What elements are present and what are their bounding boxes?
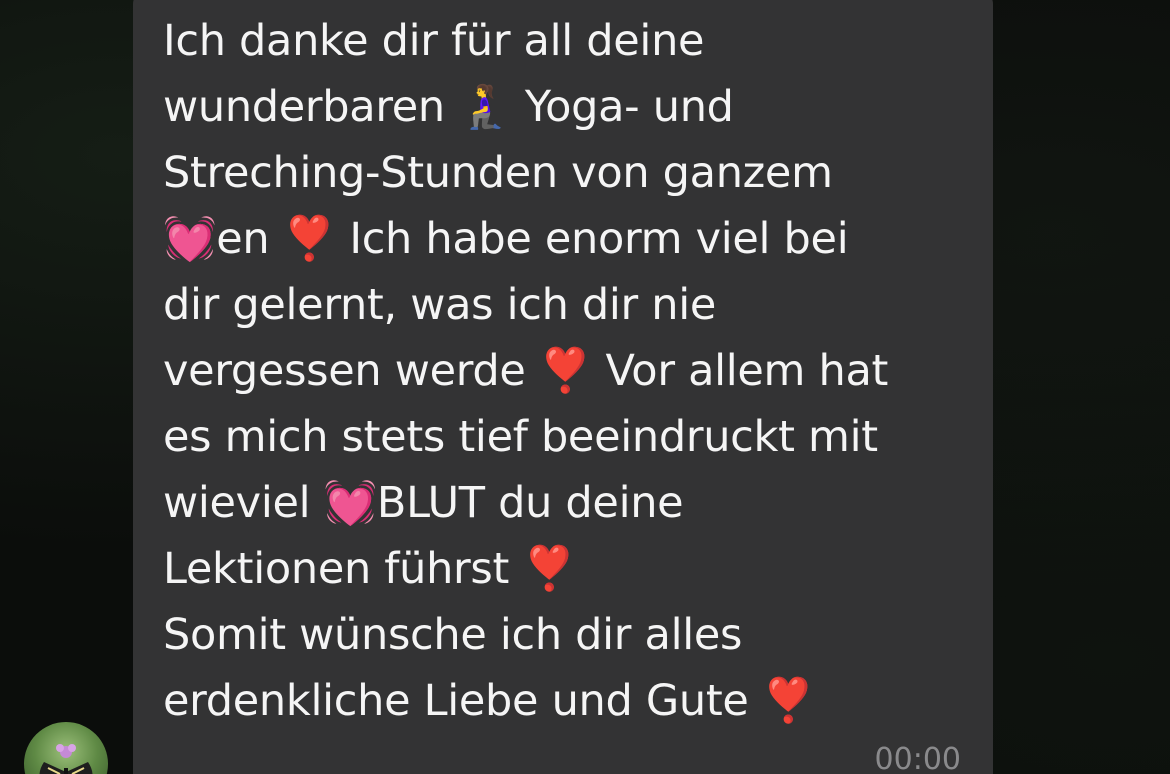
message-timestamp: 00:00 bbox=[874, 742, 961, 774]
message-line: Lektionen führst ❣️ bbox=[163, 544, 576, 594]
message-line: dir gelernt, was ich dir nie bbox=[163, 280, 717, 330]
message-bubble[interactable]: Ich danke dir für all deine wunderbaren … bbox=[133, 0, 993, 774]
message-text: Ich danke dir für all deine wunderbaren … bbox=[163, 8, 963, 734]
message-line: wieviel 💓BLUT du deine bbox=[163, 478, 684, 528]
message-line: Streching-Stunden von ganzem bbox=[163, 148, 833, 198]
message-line: vergessen werde ❣️ Vor allem hat bbox=[163, 346, 889, 396]
message-line: 💓en ❣️ Ich habe enorm viel bei bbox=[163, 214, 849, 264]
chat-screen: Ich danke dir für all deine wunderbaren … bbox=[0, 0, 1170, 774]
butterfly-icon bbox=[39, 744, 93, 774]
message-line: Ich danke dir für all deine bbox=[163, 16, 705, 66]
message-line: wunderbaren 🧎‍♀️ Yoga- und bbox=[163, 82, 734, 132]
message-line: Somit wünsche ich dir alles bbox=[163, 610, 743, 660]
message-line: erdenkliche Liebe und Gute ❣️ bbox=[163, 676, 816, 726]
avatar[interactable] bbox=[24, 722, 108, 774]
message-line: es mich stets tief beeindruckt mit bbox=[163, 412, 878, 462]
